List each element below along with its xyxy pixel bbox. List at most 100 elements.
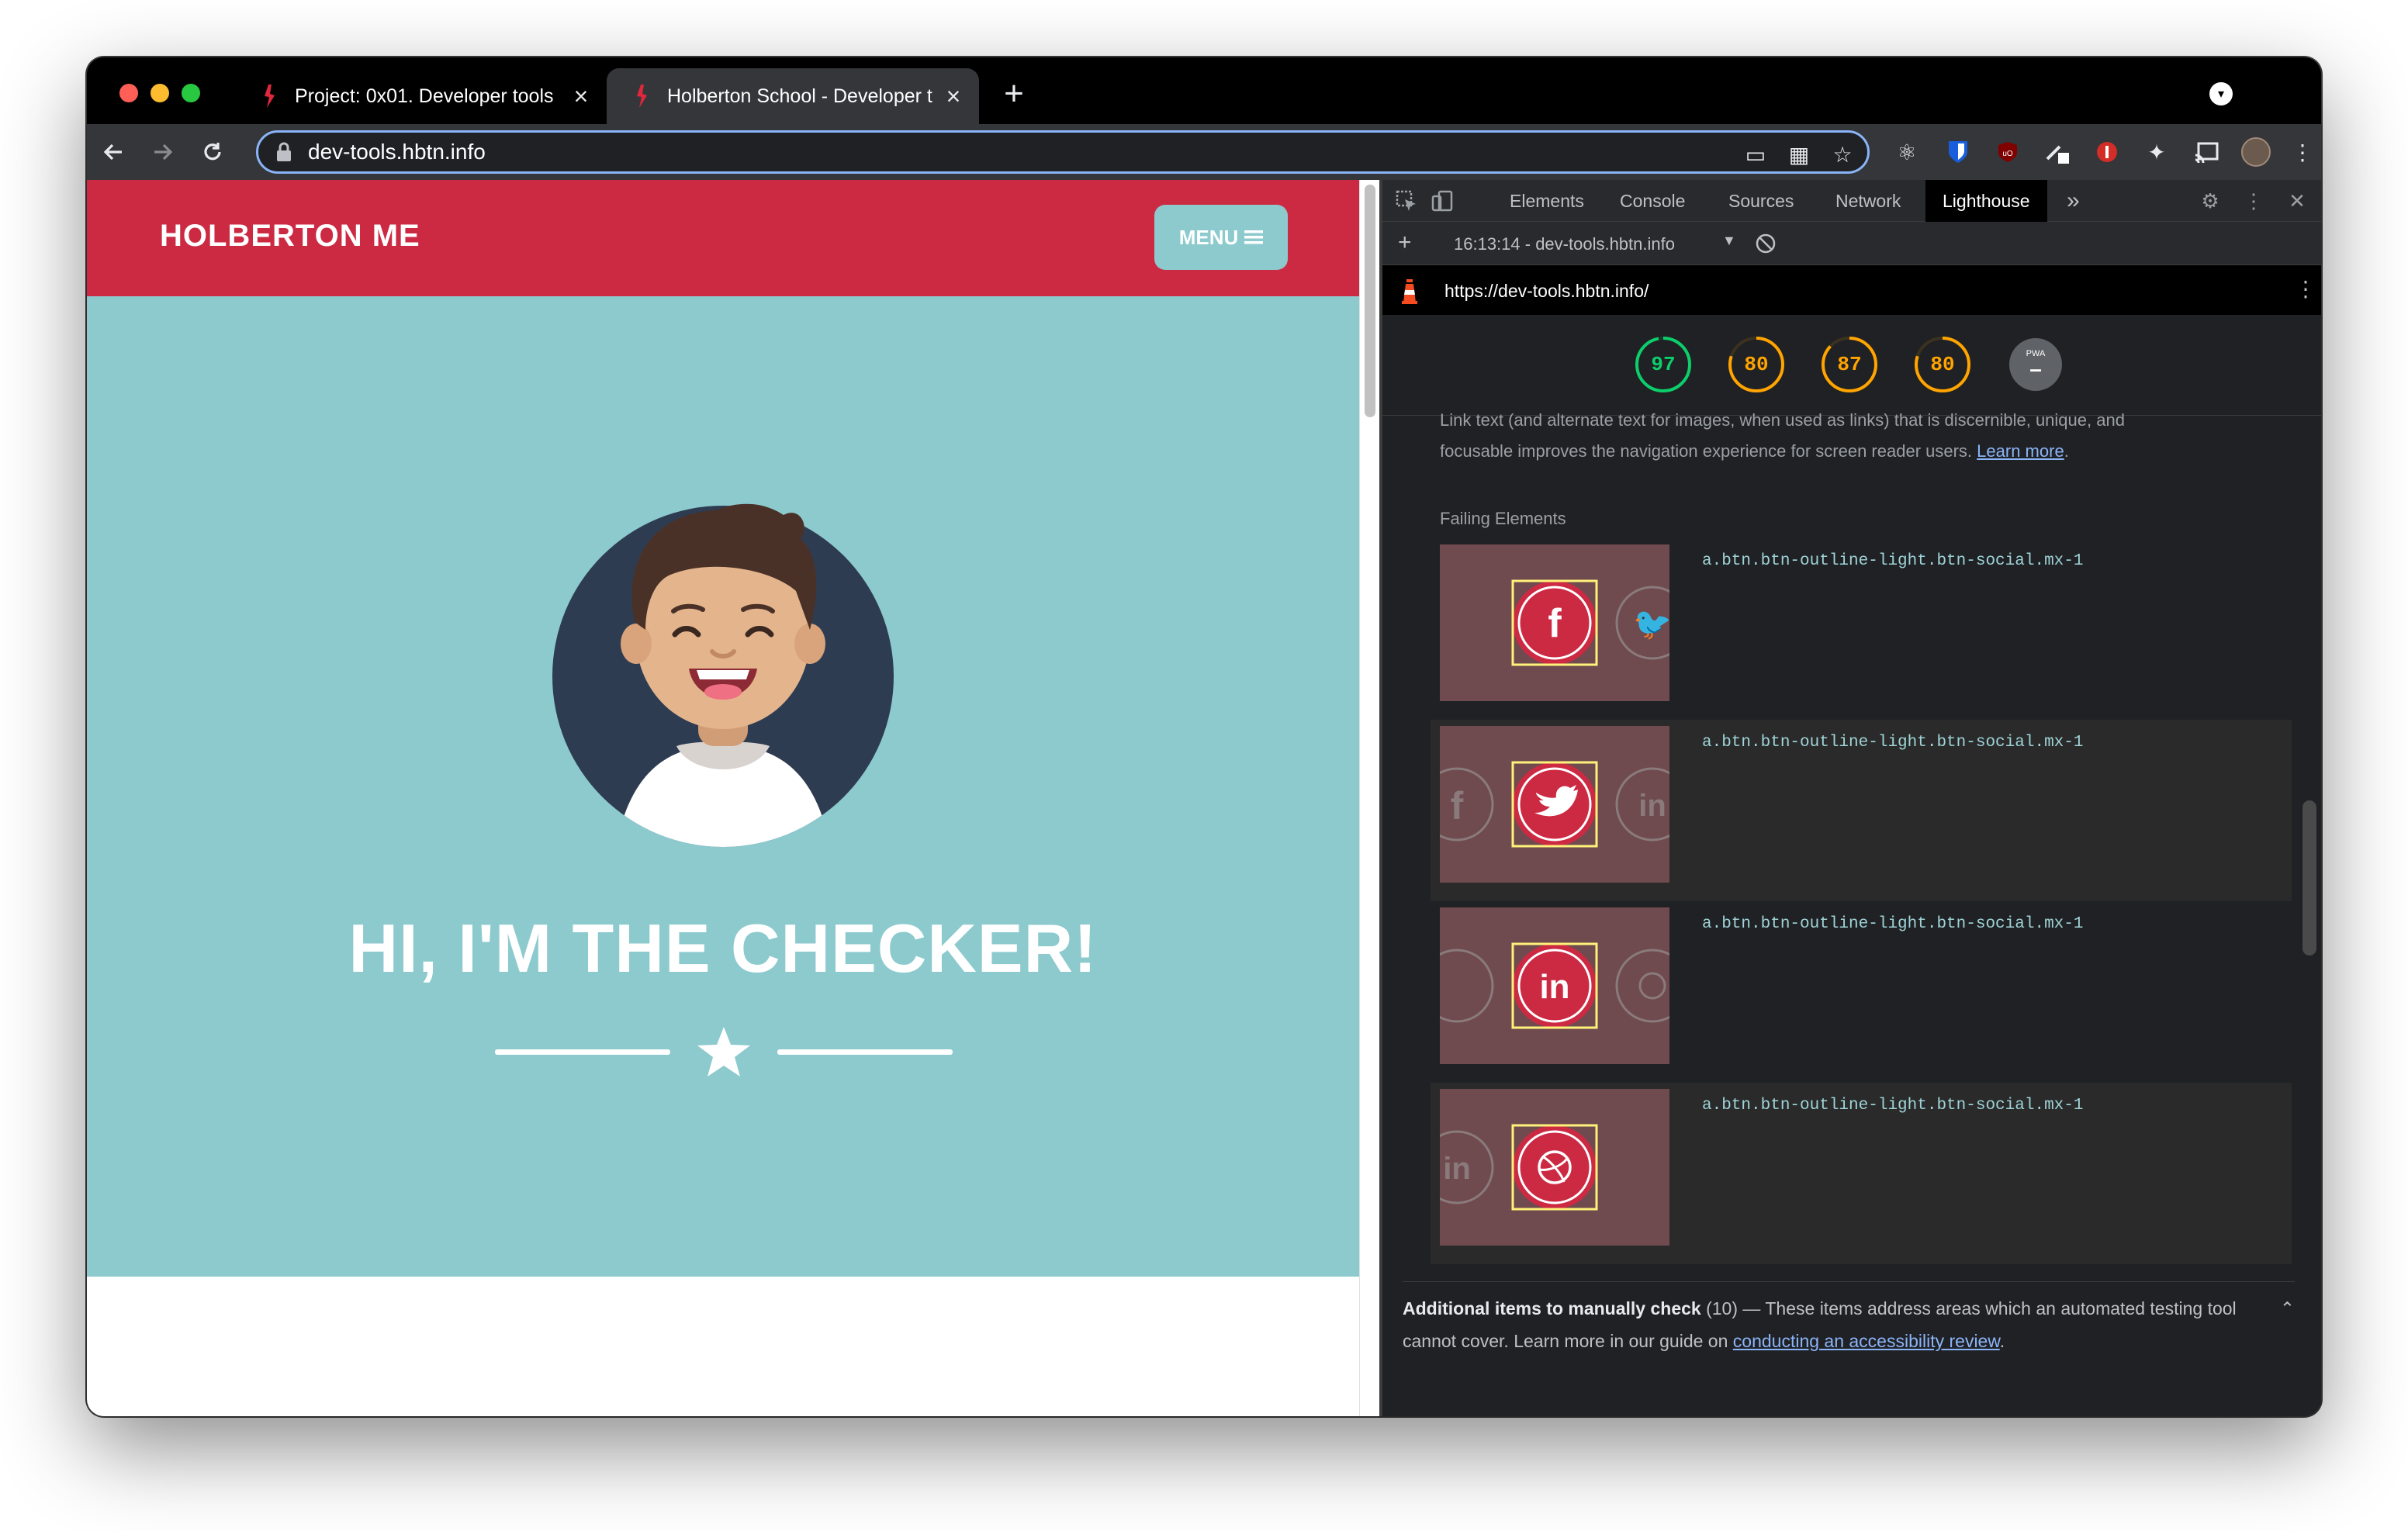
browser-window: Project: 0x01. Developer tools × Holbert… bbox=[87, 57, 2321, 1416]
forward-arrow-icon bbox=[154, 143, 173, 161]
device-toolbar-icon[interactable] bbox=[1427, 186, 1457, 216]
score-value: 87 bbox=[1837, 353, 1862, 376]
extension-edit-icon[interactable] bbox=[2040, 135, 2074, 169]
svg-text:in: in bbox=[1443, 1152, 1471, 1186]
element-selector[interactable]: a.btn.btn-outline-light.btn-social.mx-1 bbox=[1702, 915, 2083, 933]
reload-button[interactable] bbox=[194, 133, 231, 171]
browser-menu-icon[interactable]: ⋮ bbox=[2285, 135, 2320, 169]
failing-elements-header: Failing Elements bbox=[1440, 509, 1566, 528]
report-menu-icon[interactable]: ⋮ bbox=[2295, 276, 2316, 302]
learn-more-link[interactable]: Learn more bbox=[1977, 441, 2064, 461]
report-url[interactable]: https://dev-tools.hbtn.info/ bbox=[1444, 281, 1649, 302]
new-tab-button[interactable]: + bbox=[995, 74, 1033, 113]
star-icon bbox=[697, 1027, 750, 1077]
extensions-puzzle-icon[interactable]: ✦ bbox=[2140, 135, 2174, 169]
pwa-value: – bbox=[2029, 357, 2042, 381]
score-gauge-best-practices[interactable]: 87 bbox=[1820, 335, 1879, 394]
pwa-badge[interactable]: PWA – bbox=[2006, 335, 2065, 394]
new-report-icon[interactable]: + bbox=[1398, 230, 1412, 256]
additional-items-section[interactable]: Additional items to manually check (10) … bbox=[1403, 1292, 2295, 1357]
audit-description: Link text (and alternate text for images… bbox=[1440, 410, 2125, 461]
lighthouse-report-bar: + 16:13:14 - dev-tools.hbtn.info ▼ bbox=[1382, 222, 2321, 265]
devtools-menu-icon[interactable]: ⋮ bbox=[2239, 186, 2268, 216]
report-selector[interactable]: 16:13:14 - dev-tools.hbtn.info bbox=[1454, 234, 1675, 254]
additional-items-title[interactable]: Additional items to manually check bbox=[1403, 1298, 1701, 1318]
site-brand[interactable]: HOLBERTON ME bbox=[160, 219, 420, 254]
element-selector[interactable]: a.btn.btn-outline-light.btn-social.mx-1 bbox=[1702, 552, 2083, 570]
score-value: 97 bbox=[1651, 353, 1676, 376]
devtools-tab-network[interactable]: Network bbox=[1818, 180, 1918, 222]
devtools-settings-gear-icon[interactable]: ⚙ bbox=[2195, 186, 2225, 216]
score-gauge-seo[interactable]: 80 bbox=[1913, 335, 1972, 394]
element-selector[interactable]: a.btn.btn-outline-light.btn-social.mx-1 bbox=[1702, 734, 2083, 752]
failing-element-row[interactable]: f in a.btn.btn-outline-light.btn-social.… bbox=[1431, 720, 2292, 901]
dropdown-triangle-icon[interactable]: ▼ bbox=[1722, 233, 1736, 249]
element-screenshot: in bbox=[1440, 907, 1669, 1064]
menu-button[interactable]: MENU bbox=[1154, 205, 1288, 270]
browser-toolbar: ▭ ▦ ☆ ⚛ uO ✦ ⋮ bbox=[87, 124, 2321, 180]
additional-items-end: . bbox=[1999, 1331, 2005, 1351]
inspect-element-icon[interactable] bbox=[1392, 186, 1421, 216]
zoom-window-button[interactable] bbox=[182, 84, 200, 102]
devtools-scrollbar-thumb[interactable] bbox=[2302, 800, 2316, 956]
lastpass-icon[interactable] bbox=[2090, 135, 2124, 169]
score-gauge-accessibility[interactable]: 80 bbox=[1727, 335, 1786, 394]
failing-element-row[interactable]: in a.btn.btn-outline-light.btn-social.mx… bbox=[1431, 1083, 2292, 1264]
bitwarden-icon[interactable] bbox=[1941, 135, 1975, 169]
audit-details: Link text (and alternate text for images… bbox=[1382, 410, 2321, 1416]
minimize-window-button[interactable] bbox=[150, 84, 169, 102]
linkedin-icon: in bbox=[1539, 968, 1569, 1006]
site-navbar: HOLBERTON ME MENU bbox=[87, 180, 1359, 296]
ublock-origin-icon[interactable]: uO bbox=[1991, 135, 2025, 169]
address-bar[interactable]: ▭ ▦ ☆ bbox=[256, 130, 1870, 174]
hero-section: HI, I'M THE CHECKER! bbox=[87, 296, 1359, 1277]
browser-tab-1[interactable]: Project: 0x01. Developer tools × bbox=[234, 68, 607, 124]
hero-title: HI, I'M THE CHECKER! bbox=[348, 910, 1098, 987]
qr-code-icon[interactable]: ▦ bbox=[1784, 139, 1815, 170]
install-app-icon[interactable]: ▭ bbox=[1740, 139, 1771, 170]
tab-title: Holberton School - Developer t bbox=[667, 85, 932, 107]
profile-avatar-icon[interactable] bbox=[2239, 135, 2273, 169]
element-screenshot: f in bbox=[1440, 726, 1669, 883]
more-tabs-button[interactable]: » bbox=[2050, 180, 2097, 222]
svg-text:uO: uO bbox=[2002, 150, 2013, 158]
score-gauges: 97 80 87 80 PWA – bbox=[1382, 315, 2321, 416]
close-tab-icon[interactable]: × bbox=[942, 82, 965, 111]
devtools-tab-sources[interactable]: Sources bbox=[1711, 180, 1811, 222]
audit-description-cut: Link text (and alternate text for images… bbox=[1440, 410, 2125, 430]
tab-search-icon[interactable]: ▾ bbox=[2209, 82, 2233, 105]
failing-element-row[interactable]: f 🐦 a.btn.btn-outline-light.btn-social.m… bbox=[1431, 538, 2292, 720]
accessibility-review-link[interactable]: conducting an accessibility review bbox=[1733, 1331, 2000, 1351]
devtools-tab-console[interactable]: Console bbox=[1603, 180, 1702, 222]
report-url-bar: https://dev-tools.hbtn.info/ ⋮ bbox=[1382, 265, 2321, 315]
close-window-button[interactable] bbox=[119, 84, 138, 102]
back-button[interactable] bbox=[95, 133, 132, 171]
page-scrollbar-thumb[interactable] bbox=[1365, 185, 1375, 417]
collapse-chevron-icon[interactable]: ⌃ bbox=[2280, 1292, 2295, 1325]
svg-text:in: in bbox=[1638, 789, 1666, 823]
score-value: 80 bbox=[1930, 353, 1955, 376]
element-selector[interactable]: a.btn.btn-outline-light.btn-social.mx-1 bbox=[1702, 1097, 2083, 1115]
additional-items-count: (10) bbox=[1706, 1298, 1738, 1318]
page-scrollbar[interactable] bbox=[1359, 180, 1379, 1416]
reload-icon bbox=[204, 143, 221, 161]
url-input[interactable] bbox=[308, 140, 1627, 164]
browser-tab-2[interactable]: Holberton School - Developer t × bbox=[607, 68, 979, 124]
devtools-close-icon[interactable]: ✕ bbox=[2282, 186, 2312, 216]
lighthouse-logo-icon bbox=[1402, 279, 1417, 304]
react-devtools-icon[interactable]: ⚛ bbox=[1890, 135, 1924, 169]
menu-label: MENU bbox=[1178, 225, 1239, 249]
avatar-illustration bbox=[552, 503, 894, 847]
holberton-favicon-icon bbox=[637, 85, 647, 108]
devtools-tab-lighthouse[interactable]: Lighthouse bbox=[1925, 180, 2047, 222]
failing-element-row[interactable]: in a.btn.btn-outline-light.btn-social.mx… bbox=[1431, 901, 2292, 1083]
clear-report-icon[interactable] bbox=[1755, 233, 1777, 254]
close-tab-icon[interactable]: × bbox=[569, 82, 593, 111]
bookmark-star-icon[interactable]: ☆ bbox=[1827, 139, 1858, 170]
forward-button[interactable] bbox=[144, 133, 182, 171]
score-gauge-performance[interactable]: 97 bbox=[1634, 335, 1693, 394]
additional-items-separator: — bbox=[1742, 1298, 1761, 1318]
section-divider bbox=[1403, 1281, 2295, 1282]
cast-icon[interactable] bbox=[2189, 135, 2223, 169]
devtools-tab-elements[interactable]: Elements bbox=[1493, 180, 1601, 222]
